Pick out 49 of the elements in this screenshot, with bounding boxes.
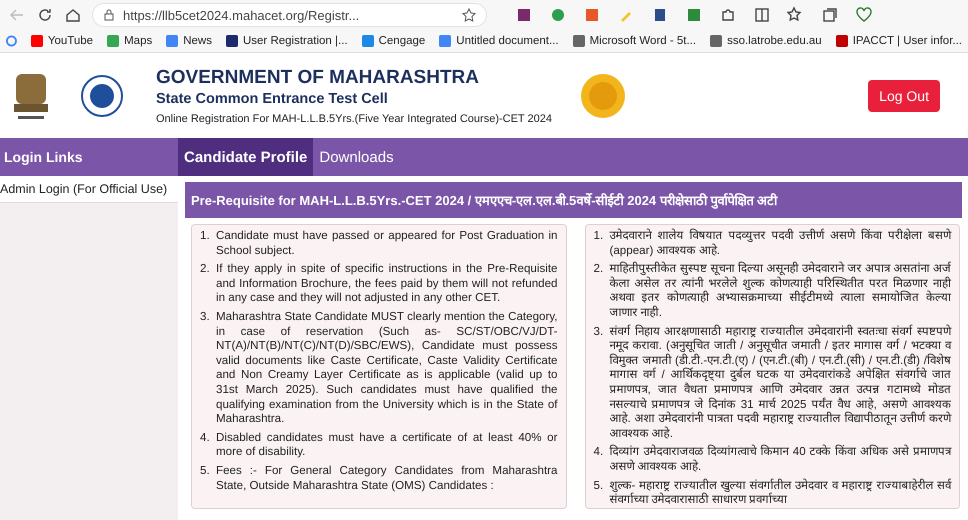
sidebar-heading: Login Links — [3, 148, 84, 167]
bookmark-link[interactable]: sso.latrobe.edu.au — [727, 35, 822, 47]
address-bar[interactable]: https://llb5cet2024.mahacet.org/Registr... — [92, 3, 487, 27]
list-number: 3. — [200, 310, 211, 325]
bookmark-link[interactable]: Microsoft Word - 5t... — [590, 35, 696, 47]
nav-tab[interactable]: Downloads — [313, 138, 400, 176]
sidebar-link[interactable]: Admin Login (For Official Use) — [0, 176, 178, 203]
star-icon[interactable] — [462, 8, 476, 22]
extension-icon[interactable] — [685, 6, 703, 24]
list-number: 3. — [594, 324, 604, 340]
bookmark-link[interactable]: IPACCT | User infor... — [852, 35, 962, 47]
split-screen-icon[interactable] — [753, 6, 771, 24]
requirement-text: दिव्यांग उमेदवाराजवळ दिव्यांगत्वाचे किमान 40 टक्के किंवा अधिक असे प्रमाणपत्र असणे आवश्यक आहे. — [610, 445, 951, 474]
requirement-text: Disabled candidates must have a certificate of at least 40% or more of disability. — [216, 430, 558, 460]
requirement-text: If they apply in spite of specific instructions in the Pre-Requisite and Information Brochure, the fees paid by them will not refunded in any case and they will not adjusted in any other CET. — [216, 262, 558, 306]
bookmark-link[interactable]: User Registration |... — [242, 35, 348, 47]
requirement-text: उमेदवाराने शालेय विषयात पदव्युत्तर पदवी उत्तीर्ण असणे किंवा परीक्षेला बसणे (appear) आवश्यक आहे. — [610, 229, 951, 258]
requirement-text: माहितीपुस्तीकेत सुस्पष्ट सूचना दिल्या असूनही उमेदवाराने जर अपात्र असतांना अर्ज केला असेल तर त्यांनी भरलेले शुल्क कोणत्याही परिस्थितीत परत मिळणार नाही अथवा इतर कोणत्याही अभ्यासक्रमाच्या सीईटीमध्ये त्याला समायोजित केल्या जाणार नाही. — [610, 262, 951, 321]
heart-icon[interactable] — [855, 6, 873, 24]
list-number: 1. — [594, 229, 604, 244]
requirement-text: Fees :- For General Category Candidates from Maharashtra State, Outside Maharashtra State (OMS) Candidates : — [216, 464, 558, 494]
list-number: 5. — [594, 478, 604, 494]
nav-tab[interactable]: Candidate Profile — [178, 138, 314, 176]
panel-title: Pre-Requisite for MAH-L.L.B.5Yrs.-CET 2024 / एमएएच-एल.एल.बी.5वर्षे-सीईटी 2024 परीक्षेसाठी पुर्वापेक्षित अटी — [185, 182, 962, 218]
list-number: 2. — [200, 262, 211, 278]
collections-icon[interactable] — [821, 6, 839, 24]
bookmark-link[interactable]: Cengage — [378, 35, 426, 47]
logout-button[interactable]: Log Out — [868, 80, 940, 112]
seal-drawing — [580, 72, 626, 118]
lock-icon — [103, 9, 115, 21]
extension-icon[interactable] — [515, 6, 533, 24]
list-number: 4. — [200, 430, 211, 446]
site-subtitle: State Common Entrance Test Cell — [156, 90, 389, 106]
list-number: 4. — [594, 445, 604, 460]
site-caption: Online Registration For MAH-L.L.B.5Yrs.(Five Year Integrated Course)-CET 2024 — [156, 112, 553, 124]
requirement-text: Maharashtra State Candidate MUST clearly mention the Category, in case of reservation (Such as- SC/ST/OBC/VJ/DT-NT(A)/NT(B)/NT(C)/NT(D)/SBC/EWS), Candidate must possess valid documents like Caste Certificate, Caste Validity Certificate and Non Creamy Layer Certificate as is applicable (valid up to 31st March 2025). Such candidates must have qualified the qualifying examination from the University which is in the State of Maharashtra. — [216, 310, 558, 427]
google-icon[interactable] — [6, 35, 17, 47]
bookmark-link[interactable]: Untitled document... — [456, 35, 559, 47]
bookmark-link[interactable]: News — [183, 35, 212, 47]
bookmark-link[interactable]: Maps — [124, 35, 152, 47]
requirement-text: शुल्क- महाराष्ट्र राज्यातील खुल्या संवर्गातील उमेदवार व महाराष्ट्र राज्याबाहेरील सर्व संवर्गाच्या उमेदवारासाठी साधारण प्रवर्गाच्या — [610, 478, 951, 508]
cet-logo-drawing — [80, 74, 124, 118]
requirement-text: Candidate must have passed or appeared for Post Graduation in School subject. — [216, 229, 558, 258]
list-number: 5. — [200, 464, 211, 479]
list-number: 2. — [594, 262, 604, 278]
list-number: 1. — [200, 229, 211, 244]
site-title: GOVERNMENT OF MAHARASHTRA — [156, 66, 480, 88]
bookmark-link[interactable]: YouTube — [48, 35, 94, 47]
requirement-text: संवर्ग निहाय आरक्षणासाठी महाराष्ट्र राज्यातील उमेदवारांनी स्वतःचा संवर्ग स्पष्टपणे नमूद करावा. (अनुसूचित जाती / अनुसूचीत जमाती / इतर मागास वर्ग / भटक्या व विमुक्त जमाती (डी.टी.-एन.टी.(ए) / (एन.टी.(बी) / एन.टी.(सी) / एन.टी.(डी) /विशेष मागास वर्ग / आर्थिकदृष्ट्या दुर्बल घटक या उमेदवारांकडे अपेक्षित संवर्गाचे जात प्रमाणपत्र, जात वैधता प्रमाणपत्र आणि उमेदवार उन्नत उत्पन्न गटामध्ये मोडत नसल्याचे प्रमाणपत्र जे दिनांक 31 मार्च 2025 पर्यंत वैध आहे, असणे आवश्यक आहे. अशा उमेदवारांनी पात्रता पदवी महाराष्ट्र राज्यातील विद्यापीठातून उत्तीर्ण करणे आवश्यक आहे. — [610, 324, 951, 442]
